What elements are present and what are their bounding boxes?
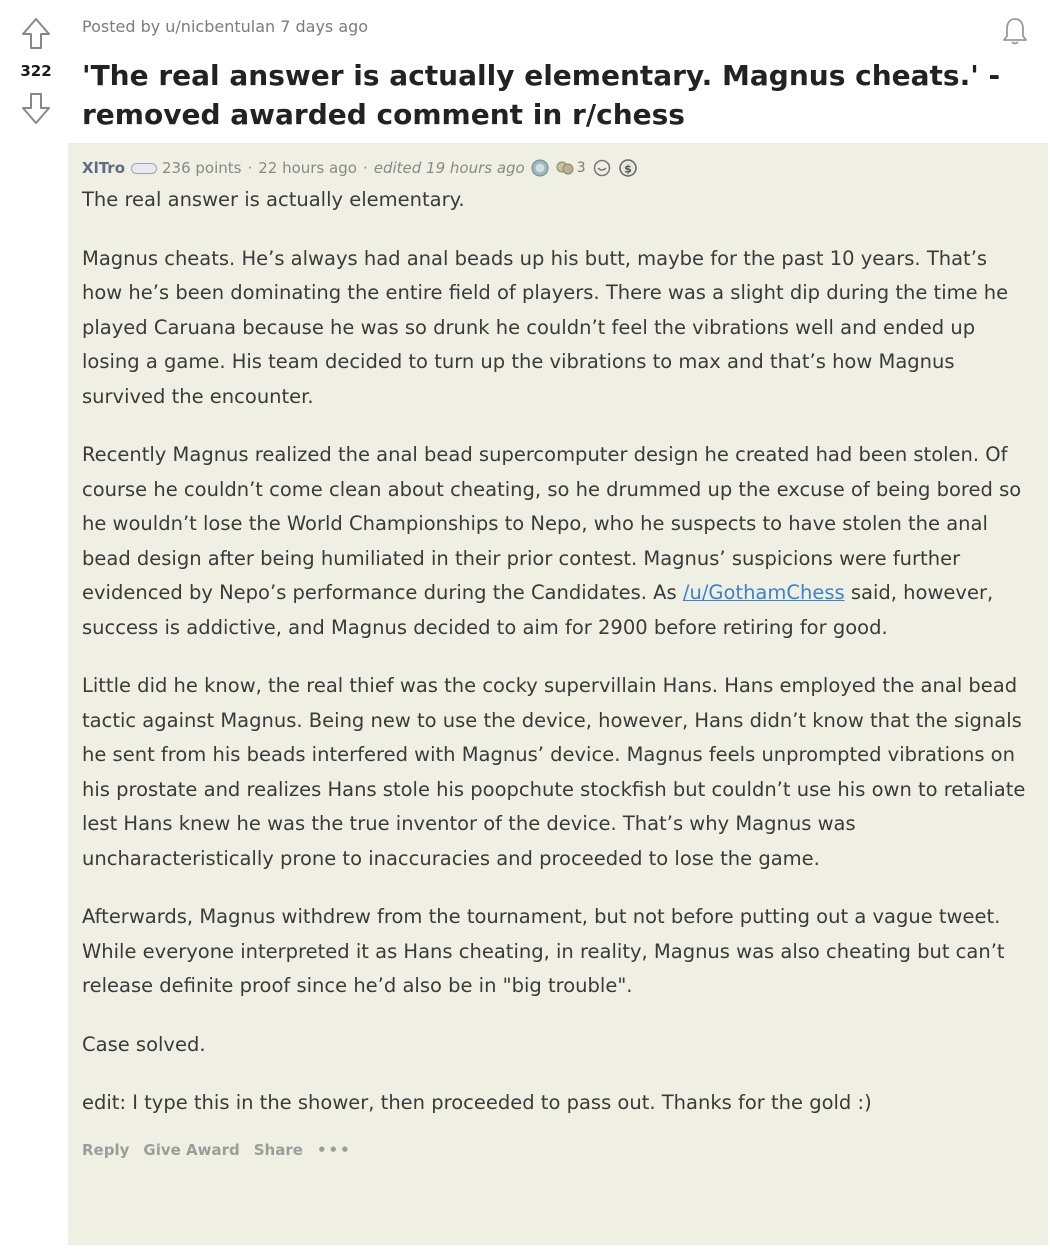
comment-paragraph: Case solved. xyxy=(82,1032,206,1056)
downvote-arrow-icon xyxy=(22,93,50,124)
comment-screenshot: XlTro 236 points · 22 hours ago · edited… xyxy=(68,143,1048,1245)
comment-points: 236 points xyxy=(162,159,242,177)
share-button[interactable]: Share xyxy=(254,1141,303,1159)
more-options-button[interactable]: ••• xyxy=(317,1141,352,1159)
helpful-award-icon xyxy=(592,159,612,177)
comment-text: Recently Magnus realized the anal bead s… xyxy=(82,443,1022,604)
comment-paragraph: Magnus cheats. He’s always had anal bead… xyxy=(82,246,1009,408)
comment-age: 22 hours ago xyxy=(258,159,357,177)
user-link-gothamchess[interactable]: /u/GothamChess xyxy=(683,581,845,604)
downvote-button[interactable] xyxy=(16,88,56,128)
flair-icon xyxy=(131,162,157,174)
separator-dot: · xyxy=(362,159,368,177)
notification-bell-button[interactable] xyxy=(998,14,1032,48)
comment-actions: Reply Give Award Share ••• xyxy=(82,1141,1032,1159)
comment-meta: XlTro 236 points · 22 hours ago · edited… xyxy=(82,157,1032,179)
post-title[interactable]: 'The real answer is actually elementary.… xyxy=(82,56,1002,134)
upvote-button[interactable] xyxy=(16,14,56,54)
comment-body: The real answer is actually elementary. … xyxy=(82,183,1032,1121)
upvote-arrow-icon xyxy=(22,18,50,49)
comment-author[interactable]: XlTro xyxy=(82,159,125,177)
reddit-post: 322 Posted by u/nicbentulan 7 days ago '… xyxy=(0,0,1050,1258)
comment-edited: edited 19 hours ago xyxy=(373,159,525,177)
comment-paragraph: Recently Magnus realized the anal bead s… xyxy=(82,438,1032,645)
reply-button[interactable]: Reply xyxy=(82,1141,129,1159)
comment-paragraph: Little did he know, the real thief was t… xyxy=(82,674,1026,870)
comment-paragraph: The real answer is actually elementary. xyxy=(82,188,465,211)
gold-award-icon xyxy=(555,159,575,177)
award-count: 3 xyxy=(576,160,586,176)
coin-award-icon: $ xyxy=(618,158,638,178)
comment-paragraph: Afterwards, Magnus withdrew from the tou… xyxy=(82,905,1005,997)
bell-icon xyxy=(1003,18,1027,45)
separator-dot: · xyxy=(247,159,253,177)
silver-award-icon xyxy=(531,159,549,177)
vote-count: 322 xyxy=(20,62,52,80)
vote-column: 322 xyxy=(10,14,62,128)
comment-paragraph: edit: I type this in the shower, then pr… xyxy=(82,1091,872,1114)
give-award-button[interactable]: Give Award xyxy=(143,1141,239,1159)
posted-by[interactable]: Posted by u/nicbentulan 7 days ago xyxy=(82,17,368,36)
svg-text:$: $ xyxy=(624,163,632,176)
